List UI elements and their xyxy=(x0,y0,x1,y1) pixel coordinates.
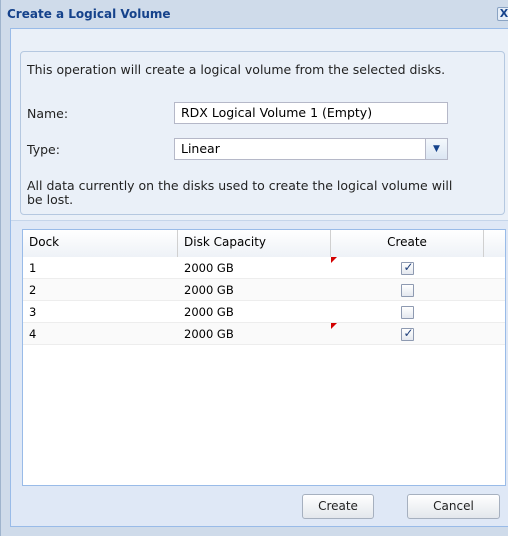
dialog-title: Create a Logical Volume xyxy=(7,7,171,21)
capacity-cell: 2000 GB xyxy=(184,305,234,319)
capacity-cell: 2000 GB xyxy=(184,283,234,297)
column-header-dock[interactable]: Dock xyxy=(23,230,178,257)
table-row[interactable]: 2 2000 GB xyxy=(23,279,505,301)
warning-text: All data currently on the disks used to … xyxy=(27,178,453,207)
close-icon[interactable]: X xyxy=(497,7,508,21)
create-checkbox[interactable]: ✓ xyxy=(401,260,414,275)
chevron-down-icon[interactable]: ▼ xyxy=(425,139,447,159)
create-checkbox[interactable]: ✓ xyxy=(401,326,414,341)
dialog-window: Create a Logical Volume X This operation… xyxy=(0,0,508,536)
disk-grid: Dock Disk Capacity Create 1 2000 GB ✓ 2 … xyxy=(22,229,506,486)
dock-cell: 2 xyxy=(29,283,37,297)
dialog-titlebar[interactable]: Create a Logical Volume xyxy=(1,0,508,28)
grid-header: Dock Disk Capacity Create xyxy=(23,230,505,258)
volume-form: This operation will create a logical vol… xyxy=(11,29,508,221)
capacity-cell: 2000 GB xyxy=(184,261,234,275)
check-icon: ✓ xyxy=(403,326,414,340)
intro-text: This operation will create a logical vol… xyxy=(27,62,446,77)
column-header-disk-capacity[interactable]: Disk Capacity xyxy=(178,230,331,257)
name-field[interactable]: RDX Logical Volume 1 (Empty) xyxy=(174,102,448,124)
name-label: Name: xyxy=(27,106,69,121)
create-button[interactable]: Create xyxy=(302,494,374,519)
dock-cell: 4 xyxy=(29,327,37,341)
table-row[interactable]: 3 2000 GB xyxy=(23,301,505,323)
capacity-cell: 2000 GB xyxy=(184,327,234,341)
type-select-value: Linear xyxy=(181,141,220,156)
check-icon: ✓ xyxy=(403,260,414,274)
modified-marker xyxy=(331,323,337,329)
dialog-body: This operation will create a logical vol… xyxy=(10,28,508,527)
dock-cell: 1 xyxy=(29,261,37,275)
table-row[interactable]: 1 2000 GB ✓ xyxy=(23,257,505,279)
table-row[interactable]: 4 2000 GB ✓ xyxy=(23,323,505,345)
dock-cell: 3 xyxy=(29,305,37,319)
type-label: Type: xyxy=(27,142,60,157)
create-checkbox[interactable] xyxy=(401,284,414,297)
cancel-button[interactable]: Cancel xyxy=(407,494,500,519)
column-header-create[interactable]: Create xyxy=(331,230,484,257)
type-select[interactable]: Linear ▼ xyxy=(174,138,448,160)
create-checkbox[interactable] xyxy=(401,306,414,319)
modified-marker xyxy=(331,257,337,263)
